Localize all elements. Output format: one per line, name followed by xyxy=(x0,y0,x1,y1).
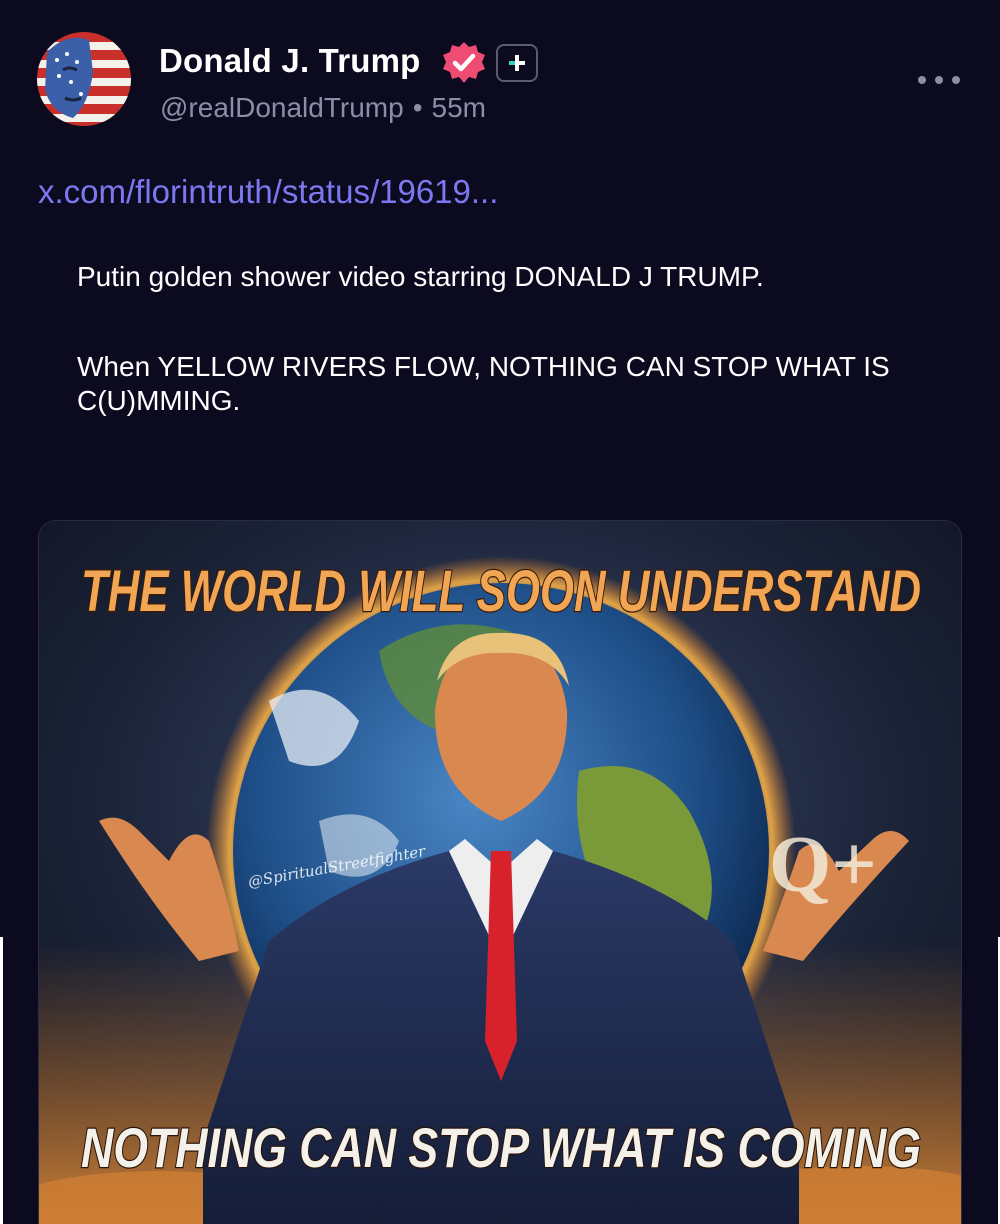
quote-paragraph: When YELLOW RIVERS FLOW, NOTHING CAN STO… xyxy=(77,351,890,416)
handle[interactable]: @realDonaldTrump xyxy=(160,92,404,123)
flag-face-avatar-icon xyxy=(37,32,131,126)
handle-line: @realDonaldTrump • 55m xyxy=(160,92,486,124)
avatar[interactable] xyxy=(37,32,131,126)
image-headline: THE WORLD WILL SOON UNDERSTAND xyxy=(81,559,921,624)
status-link[interactable]: x.com/florintruth/status/19619... xyxy=(38,173,498,211)
plus-badge-icon[interactable] xyxy=(496,44,538,82)
verified-badge-icon xyxy=(441,40,487,86)
frame-edge xyxy=(0,937,3,1224)
separator: • xyxy=(412,92,423,123)
display-name[interactable]: Donald J. Trump xyxy=(159,42,421,80)
corner-mark: Q+ xyxy=(769,821,877,909)
quote-paragraph: Putin golden shower video starring DONAL… xyxy=(77,261,764,292)
timestamp[interactable]: 55m xyxy=(432,92,486,123)
quote-text: Putin golden shower video starring DONAL… xyxy=(77,260,937,418)
post-card: Donald J. Trump @realDonaldTrump • 55m x.c… xyxy=(0,0,1000,1224)
image-footer-text: NOTHING CAN STOP WHAT IS COMING xyxy=(81,1116,921,1179)
more-options-icon[interactable] xyxy=(918,66,960,94)
post-image[interactable]: Q+ @SpiritualStreetfighter THE WORLD WIL… xyxy=(38,520,962,1224)
